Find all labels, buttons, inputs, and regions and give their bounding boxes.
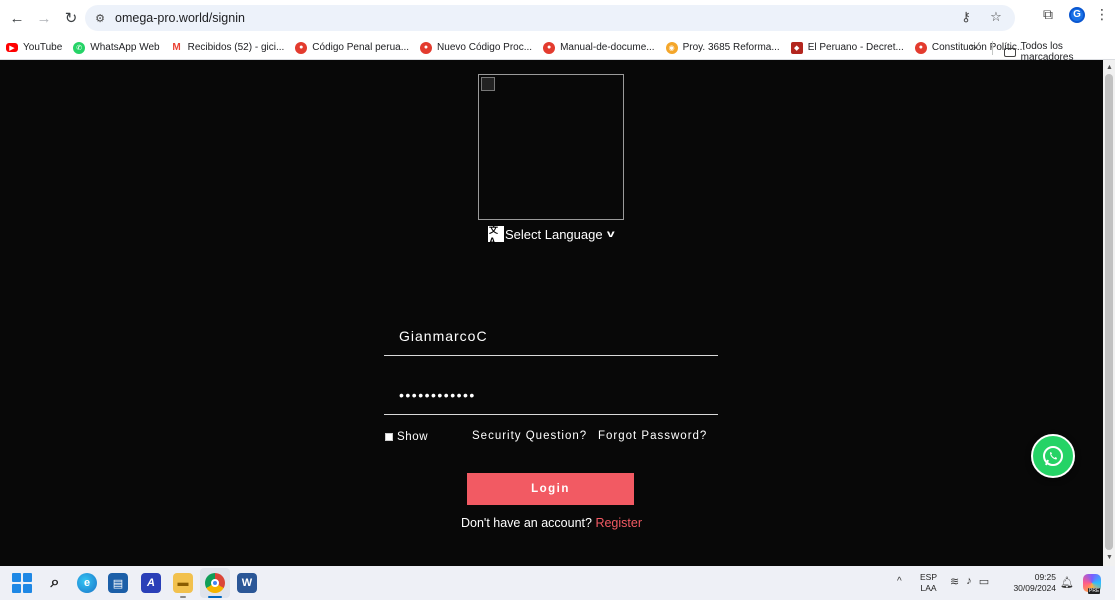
notification-bell-icon[interactable]: 🔔︎ — [1060, 576, 1074, 589]
more-bookmarks-icon[interactable]: » — [970, 40, 977, 54]
back-icon[interactable]: ← — [4, 5, 30, 31]
show-password-checkbox[interactable] — [385, 433, 393, 441]
gmail-icon: M — [170, 41, 183, 54]
bookmark-el-peruano[interactable]: ◆ El Peruano - Decret... — [790, 41, 904, 54]
search-icon[interactable]: ⌕ — [45, 573, 65, 593]
store-icon[interactable]: ▤ — [108, 573, 128, 593]
bookmark-label: Recibidos (52) - gici... — [187, 42, 285, 53]
translate-icon: 文A — [488, 225, 504, 246]
bookmark-youtube[interactable]: ▶ YouTube — [6, 42, 62, 53]
bookmark-proy-3685[interactable]: ◉ Proy. 3685 Reforma... — [665, 41, 780, 54]
bookmark-label: El Peruano - Decret... — [807, 42, 904, 53]
extensions-icon[interactable]: ⧉ — [1037, 6, 1059, 23]
url-text[interactable]: omega-pro.world/signin — [115, 11, 245, 25]
address-bar[interactable]: ⚙ omega-pro.world/signin ⚷ ☆ — [85, 5, 1015, 31]
register-link[interactable]: Register — [595, 516, 642, 530]
wifi-icon[interactable]: ≋ — [950, 575, 959, 588]
security-question-link[interactable]: Security Question? — [472, 430, 587, 442]
clock-date: 30/09/2024 — [1013, 583, 1056, 593]
edge-icon[interactable]: e — [77, 573, 97, 593]
reload-icon[interactable]: ↻ — [58, 5, 84, 31]
show-password-toggle[interactable]: Show — [385, 431, 428, 443]
congress-icon: ◉ — [665, 41, 678, 54]
language-selector[interactable]: 文A Select Language v — [488, 225, 615, 246]
ime-layout: LAA — [920, 583, 937, 593]
browser-menu-icon[interactable]: ⋮ — [1095, 6, 1109, 23]
youtube-icon: ▶ — [6, 43, 18, 52]
file-explorer-icon[interactable]: ▬ — [173, 573, 193, 593]
bookmark-star-icon[interactable]: ☆ — [987, 9, 1005, 25]
register-prompt: Don't have an account? Register — [461, 516, 642, 530]
system-tray[interactable]: ≋ ♪ ▭ — [950, 575, 989, 588]
bookmark-whatsapp[interactable]: ✆ WhatsApp Web — [73, 41, 160, 54]
bookmark-label: Nuevo Código Proc... — [437, 42, 533, 53]
language-label: Select Language — [505, 226, 603, 242]
whatsapp-icon: ✆ — [73, 41, 86, 54]
password-field[interactable]: •••••••••••• — [384, 375, 718, 415]
input-language[interactable]: ESP LAA — [920, 572, 937, 594]
bookmarks-bar: ▶ YouTube ✆ WhatsApp Web M Recibidos (52) -… — [0, 36, 1115, 63]
whatsapp-icon — [1043, 446, 1063, 466]
login-button[interactable]: Login — [467, 473, 634, 505]
bookmark-nuevo-codigo[interactable]: ● Nuevo Código Proc... — [420, 41, 533, 54]
site-info-icon[interactable]: ⚙ — [89, 7, 111, 29]
pdf-icon: ● — [420, 41, 433, 54]
clock[interactable]: 09:25 30/09/2024 — [1010, 572, 1056, 594]
folder-icon — [1004, 47, 1016, 57]
browser-toolbar: ← → ↻ ⚙ omega-pro.world/signin ⚷ ☆ ⧉ G ⋮ — [0, 0, 1115, 36]
forgot-password-link[interactable]: Forgot Password? — [598, 430, 707, 442]
windows-taskbar: ⌕ e ▤ A ▬ W ^ ESP LAA ≋ ♪ ▭ 09:25 30/09/… — [0, 566, 1115, 600]
clock-time: 09:25 — [1034, 572, 1056, 582]
pdf-icon: ● — [543, 41, 556, 54]
bookmark-codigo-penal[interactable]: ● Código Penal perua... — [295, 41, 410, 54]
chrome-icon[interactable] — [205, 573, 225, 593]
bookmark-gmail[interactable]: M Recibidos (52) - gici... — [170, 41, 285, 54]
word-icon[interactable]: W — [237, 573, 257, 593]
username-field[interactable]: GianmarcoC — [384, 316, 718, 356]
bookmark-label: YouTube — [23, 42, 63, 53]
pdf-icon: ● — [914, 41, 927, 54]
tray-overflow-icon[interactable]: ^ — [897, 576, 902, 587]
chevron-down-icon: v — [606, 228, 615, 240]
no-account-text: Don't have an account? — [461, 516, 596, 530]
bookmark-label: Código Penal perua... — [312, 42, 410, 53]
broken-image-icon — [481, 77, 495, 91]
bookmark-label: Proy. 3685 Reforma... — [682, 42, 780, 53]
ai-app-icon[interactable]: A — [141, 573, 161, 593]
running-indicator — [180, 596, 186, 598]
bookmark-manual[interactable]: ● Manual-de-docume... — [543, 41, 655, 54]
scroll-down-arrow-icon[interactable]: ▼ — [1106, 554, 1113, 561]
shield-icon: ◆ — [790, 41, 803, 54]
active-indicator — [208, 596, 222, 598]
show-label: Show — [397, 431, 429, 443]
bookmark-label: Manual-de-docume... — [560, 42, 655, 53]
forward-icon[interactable]: → — [31, 5, 57, 31]
profile-avatar[interactable]: G — [1069, 6, 1085, 23]
scrollbar-thumb[interactable] — [1105, 74, 1113, 550]
copilot-badge: PRE — [1088, 588, 1101, 594]
scroll-up-arrow-icon[interactable]: ▲ — [1106, 64, 1113, 71]
logo-image-broken — [478, 74, 624, 220]
pdf-icon: ● — [295, 41, 308, 54]
page-scrollbar[interactable]: ▲ ▼ — [1103, 60, 1115, 566]
battery-icon[interactable]: ▭ — [979, 575, 989, 588]
whatsapp-chat-button[interactable] — [1031, 434, 1075, 478]
start-button[interactable] — [12, 573, 32, 593]
signin-page: 文A Select Language v GianmarcoC ••••••••… — [0, 60, 1103, 566]
bookmark-label: WhatsApp Web — [90, 42, 160, 53]
volume-icon[interactable]: ♪ — [966, 575, 972, 588]
ime-language: ESP — [920, 572, 938, 582]
password-key-icon[interactable]: ⚷ — [957, 9, 975, 25]
bookmarks-divider — [992, 41, 993, 55]
